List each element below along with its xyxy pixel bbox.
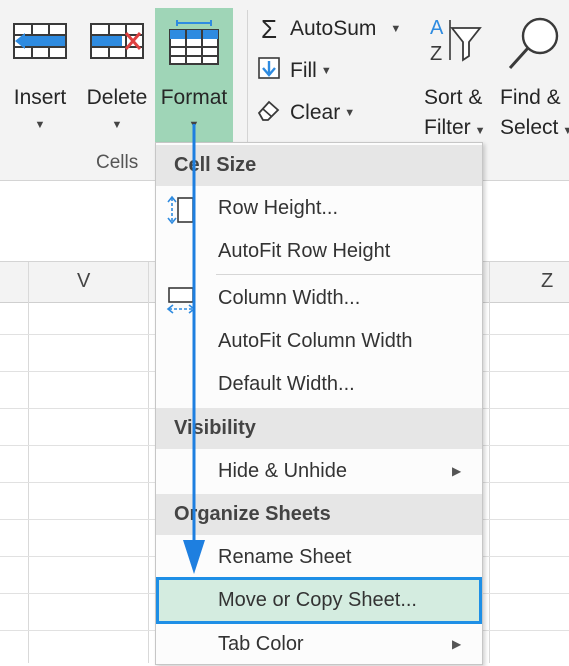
column-width-label: Column Width...	[218, 287, 361, 309]
column-header-v[interactable]: V	[77, 270, 90, 293]
find-select-button[interactable]: Find & Select ▼	[500, 8, 569, 148]
menu-item-rename-sheet[interactable]: Rename Sheet	[156, 536, 482, 579]
autosum-label: AutoSum	[290, 17, 377, 40]
cells-group-label: Cells	[96, 152, 139, 173]
rename-sheet-label: Rename Sheet	[218, 546, 352, 568]
format-label: Format	[160, 86, 228, 109]
autofit-column-width-label: AutoFit Column Width	[218, 330, 413, 352]
sort-filter-line1: Sort &	[424, 86, 483, 109]
grid-line	[489, 262, 490, 663]
submenu-arrow-icon: ▶	[452, 637, 462, 651]
default-width-label: Default Width...	[218, 373, 355, 395]
menu-item-autofit-column-width[interactable]: AutoFit Column Width	[156, 320, 482, 363]
sort-filter-line2: Filter ▼	[424, 116, 486, 139]
menu-item-column-width[interactable]: Column Width...	[156, 277, 482, 320]
fill-button[interactable]: Fill ▼	[254, 54, 332, 88]
row-height-label: Row Height...	[218, 197, 339, 219]
fill-label: Fill	[290, 59, 317, 82]
chevron-down-icon: ▼	[474, 125, 486, 137]
delete-label: Delete	[86, 86, 148, 109]
chevron-down-icon: ▼	[111, 119, 123, 131]
menu-item-default-width[interactable]: Default Width...	[156, 363, 482, 406]
menu-item-row-height[interactable]: Row Height...	[156, 187, 482, 230]
format-dropdown-menu: Cell Size Row Height... AutoFit Row Heig…	[155, 142, 483, 665]
magnifier-icon	[504, 14, 562, 77]
column-header-z[interactable]: Z	[541, 270, 553, 293]
find-select-line1: Find &	[500, 86, 561, 109]
chevron-down-icon: ▼	[188, 119, 200, 131]
autofit-row-height-label: AutoFit Row Height	[218, 240, 391, 262]
grid-line	[148, 262, 149, 663]
format-cells-icon	[165, 20, 223, 73]
chevron-down-icon: ▼	[344, 107, 356, 119]
chevron-down-icon: ▼	[320, 65, 332, 77]
insert-cells-icon	[11, 20, 69, 67]
menu-item-tab-color[interactable]: Tab Color ▶	[156, 623, 482, 666]
tab-color-label: Tab Color	[218, 633, 304, 655]
eraser-icon	[254, 98, 284, 128]
svg-text:Z: Z	[430, 43, 442, 65]
insert-button[interactable]: Insert ▼	[6, 8, 74, 148]
chevron-down-icon: ▼	[390, 23, 402, 35]
autosum-button[interactable]: Σ AutoSum ▼	[254, 12, 401, 46]
submenu-arrow-icon: ▶	[452, 464, 462, 478]
menu-header-organize-sheets: Organize Sheets	[156, 494, 482, 535]
fill-down-icon	[254, 56, 284, 86]
hide-unhide-label: Hide & Unhide	[218, 460, 347, 482]
grid-line	[28, 262, 29, 663]
sort-filter-icon: A Z	[428, 14, 484, 73]
find-select-line2: Select ▼	[500, 116, 569, 140]
menu-header-visibility: Visibility	[156, 408, 482, 449]
sigma-icon: Σ	[260, 13, 278, 44]
delete-button[interactable]: Delete ▼	[84, 8, 150, 148]
sort-filter-button[interactable]: A Z Sort & Filter ▼	[424, 8, 496, 148]
move-copy-sheet-label: Move or Copy Sheet...	[218, 589, 417, 611]
menu-separator	[216, 274, 482, 275]
clear-label: Clear	[290, 101, 341, 124]
chevron-down-icon: ▼	[34, 119, 46, 131]
svg-text:A: A	[430, 17, 444, 39]
menu-item-autofit-row-height[interactable]: AutoFit Row Height	[156, 230, 482, 273]
menu-item-move-copy-sheet[interactable]: Move or Copy Sheet...	[156, 577, 482, 624]
menu-item-hide-unhide[interactable]: Hide & Unhide ▶	[156, 450, 482, 493]
menu-header-cell-size: Cell Size	[156, 145, 482, 186]
delete-cells-icon	[88, 20, 146, 67]
clear-button[interactable]: Clear ▼	[254, 96, 355, 130]
insert-label: Insert	[13, 86, 67, 109]
chevron-down-icon: ▼	[562, 125, 569, 137]
